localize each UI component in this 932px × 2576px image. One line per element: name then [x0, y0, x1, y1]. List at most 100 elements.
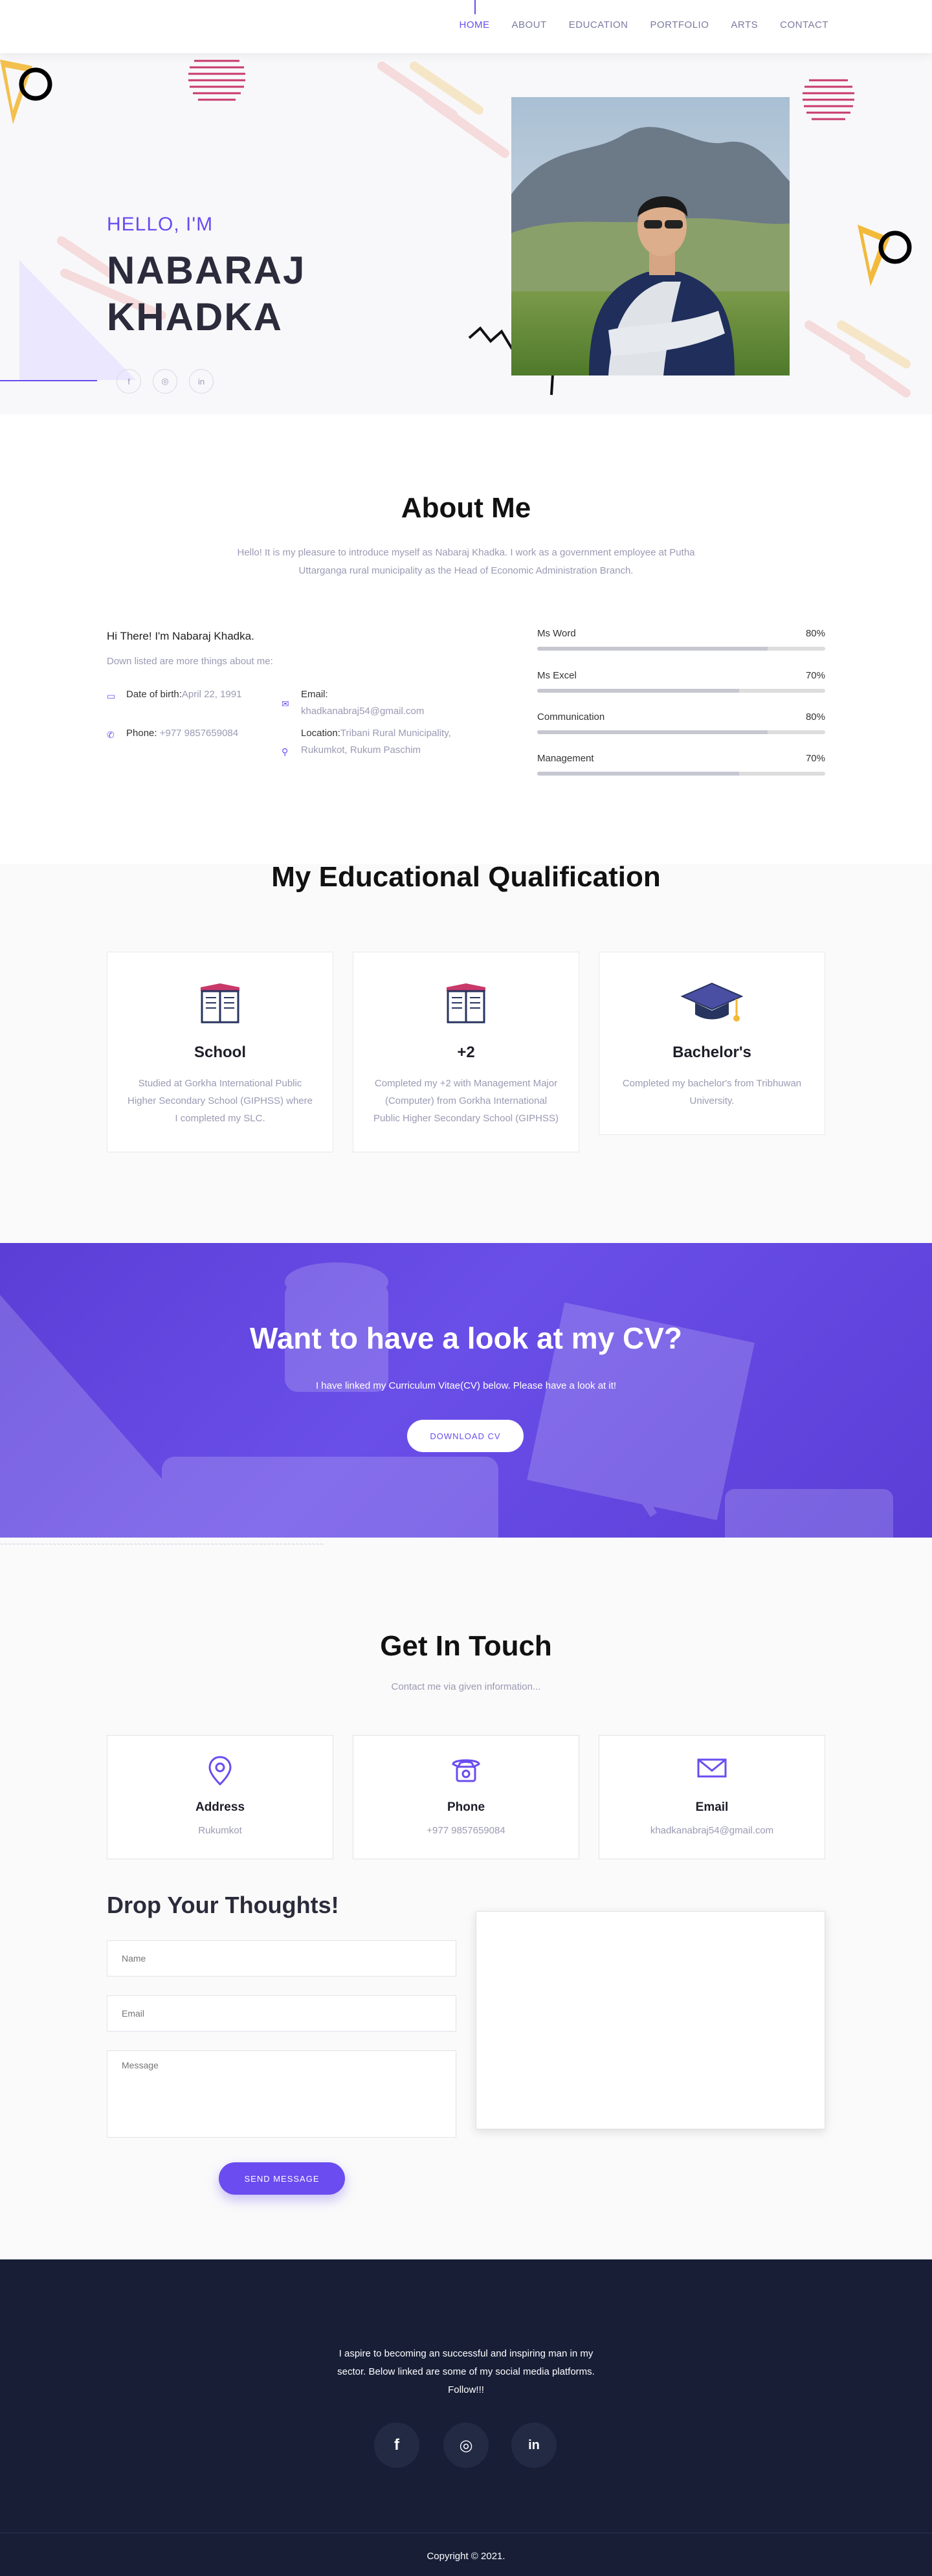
email-input[interactable]	[107, 1995, 456, 2032]
education-card-text: Completed my +2 with Management Major (C…	[373, 1078, 559, 1124]
skill-row: Ms Word 80%	[537, 628, 825, 651]
skill-bar	[537, 772, 825, 776]
contact-title: Get In Touch	[380, 1630, 552, 1662]
hero-section: HELLO, I'M NABARAJ KHADKA f ◎ in	[0, 53, 932, 414]
skill-row: Management 70%	[537, 753, 825, 776]
skill-percent: 80%	[805, 711, 825, 722]
skill-bar-fill	[537, 689, 739, 693]
instagram-icon[interactable]: ◎	[443, 2423, 489, 2468]
telephone-icon	[353, 1755, 579, 1789]
location-pin-icon: ⚲	[282, 746, 289, 757]
dob-value: April 22, 1991	[181, 689, 242, 700]
nav-home-link[interactable]: HOME	[460, 0, 490, 30]
message-textarea[interactable]	[107, 2050, 456, 2138]
envelope-icon: ✉	[282, 699, 289, 709]
contact-card-phone: Phone +977 9857659084	[353, 1735, 579, 1859]
contact-card-value: +977 9857659084	[427, 1825, 505, 1836]
hero-name: NABARAJ KHADKA	[107, 247, 305, 341]
skill-bar	[537, 730, 825, 734]
education-card-plus-two: +2 Completed my +2 with Management Major…	[353, 952, 579, 1152]
skill-row: Ms Excel 70%	[537, 670, 825, 693]
nav-contact-link[interactable]: CONTACT	[780, 19, 828, 30]
skill-bar	[537, 647, 825, 651]
skill-name: Ms Word	[537, 628, 576, 639]
cv-subtitle: I have linked my Curriculum Vitae(CV) be…	[315, 1380, 617, 1391]
location-label: Location:	[301, 728, 340, 739]
book-icon	[201, 983, 239, 1024]
striped-circle-top	[188, 60, 245, 101]
email-label: Email:	[301, 689, 328, 700]
education-card-title: Bachelor's	[672, 1044, 751, 1061]
location-info: ⚲ Location:Tribani Rural Municipality, R…	[282, 725, 469, 759]
education-card-text: Studied at Gorkha International Public H…	[128, 1078, 313, 1124]
facebook-icon[interactable]: f	[374, 2423, 419, 2468]
about-subintro: Down listed are more things about me:	[107, 656, 273, 667]
map-embed[interactable]	[476, 1911, 825, 2129]
skill-row: Communication 80%	[537, 711, 825, 734]
about-intro: Hi There! I'm Nabaraj Khadka.	[107, 630, 254, 642]
skill-name: Management	[537, 753, 594, 764]
phone-icon: ✆	[107, 730, 115, 740]
contact-card-title: Address	[195, 1800, 245, 1814]
nav-arts-link[interactable]: ARTS	[731, 19, 758, 30]
graduation-cap-icon	[680, 982, 744, 1022]
about-title: About Me	[401, 492, 531, 524]
calendar-icon: ▭	[107, 691, 116, 701]
phone-info: ✆ Phone: +977 9857659084	[107, 725, 238, 742]
skill-label-row: Management 70%	[537, 753, 825, 764]
form-title: Drop Your Thoughts!	[107, 1892, 339, 1918]
cv-title: Want to have a look at my CV?	[250, 1321, 682, 1355]
email-value: khadkanabraj54@gmail.com	[301, 706, 425, 717]
hero-name-line2: KHADKA	[107, 295, 283, 339]
education-card-school: School Studied at Gorkha International P…	[107, 952, 333, 1152]
skill-bar-fill	[537, 730, 768, 734]
skill-label-row: Ms Word 80%	[537, 628, 825, 639]
hero-name-line1: NABARAJ	[107, 249, 306, 292]
nav-about-link[interactable]: ABOUT	[512, 19, 547, 30]
footer	[0, 2259, 932, 2576]
hero-accent-line	[0, 380, 97, 381]
skill-bar-fill	[537, 647, 768, 651]
hero-social-links: f ◎ in	[116, 369, 214, 394]
linkedin-icon[interactable]: in	[511, 2423, 557, 2468]
wave-divider: ~~~~~~~~~~~~~~~~~~~~~~~~~~~~~~~~~~~~~~~~…	[0, 1541, 324, 1547]
education-card-text: Completed my bachelor's from Tribhuwan U…	[622, 1078, 802, 1106]
send-message-button[interactable]: SEND MESSAGE	[219, 2162, 345, 2195]
skill-name: Communication	[537, 711, 605, 722]
instagram-icon[interactable]: ◎	[153, 369, 177, 394]
book-icon	[447, 983, 485, 1024]
email-info: ✉ Email: khadkanabraj54@gmail.com	[282, 686, 463, 720]
profile-photo-illustration	[511, 97, 790, 375]
education-card-title: +2	[457, 1044, 475, 1061]
contact-card-title: Phone	[447, 1800, 485, 1814]
footer-text: I aspire to becoming an successful and i…	[337, 2348, 595, 2395]
facebook-icon[interactable]: f	[116, 369, 141, 394]
education-title: My Educational Qualification	[271, 861, 661, 893]
name-input[interactable]	[107, 1940, 456, 1977]
contact-card-value: khadkanabraj54@gmail.com	[650, 1825, 774, 1836]
nav-menu: HOME ABOUT EDUCATION PORTFOLIO ARTS CONT…	[460, 0, 828, 30]
navbar: HOME ABOUT EDUCATION PORTFOLIO ARTS CONT…	[0, 0, 932, 53]
contact-card-address: Address Rukumkot	[107, 1735, 333, 1859]
skill-bar	[537, 689, 825, 693]
about-description: Hello! It is my pleasure to introduce my…	[237, 547, 695, 576]
hero-greeting: HELLO, I'M	[107, 214, 214, 235]
nav-portfolio-link[interactable]: PORTFOLIO	[650, 19, 709, 30]
skill-percent: 70%	[805, 670, 825, 681]
location-pin-icon	[107, 1755, 333, 1789]
profile-photo	[511, 97, 790, 375]
envelope-icon	[599, 1755, 825, 1789]
nav-education-link[interactable]: EDUCATION	[569, 19, 628, 30]
dob-label: Date of birth:	[126, 689, 182, 700]
skill-label-row: Communication 80%	[537, 711, 825, 722]
skill-percent: 70%	[805, 753, 825, 764]
linkedin-icon[interactable]: in	[189, 369, 214, 394]
skill-name: Ms Excel	[537, 670, 577, 681]
dob-info: ▭ Date of birth:April 22, 1991	[107, 686, 242, 703]
contact-card-email: Email khadkanabraj54@gmail.com	[599, 1735, 825, 1859]
skill-label-row: Ms Excel 70%	[537, 670, 825, 681]
download-cv-button[interactable]: DOWNLOAD CV	[407, 1420, 524, 1452]
page: HOME ABOUT EDUCATION PORTFOLIO ARTS CONT…	[0, 0, 932, 2576]
education-card-title: School	[194, 1044, 246, 1061]
phone-label: Phone:	[126, 728, 157, 739]
